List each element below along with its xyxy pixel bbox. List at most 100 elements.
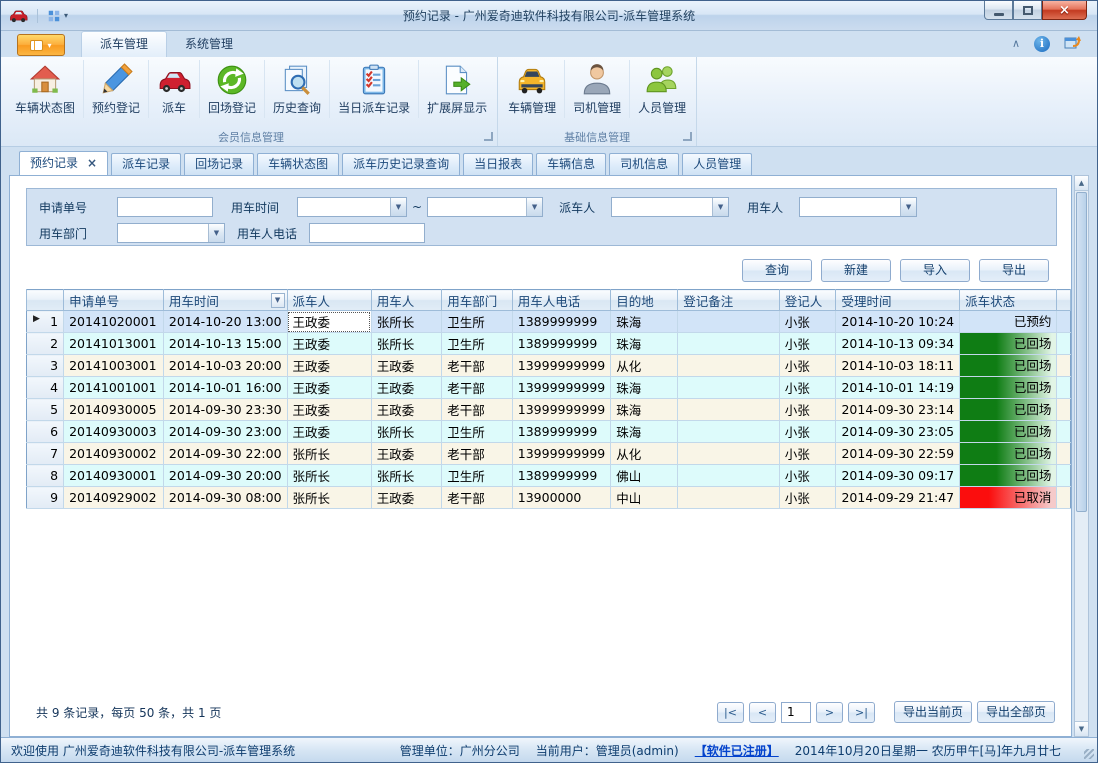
grid-cell[interactable]: 2014-09-30 23:05	[836, 421, 960, 443]
ribbon-tab-dispatch[interactable]: 派车管理	[81, 31, 167, 57]
grid-cell[interactable]: 珠海	[611, 333, 678, 355]
resize-grip[interactable]	[1084, 749, 1094, 759]
column-header[interactable]: 用车人	[371, 290, 441, 311]
grid-cell[interactable]: 小张	[779, 487, 836, 509]
department-select[interactable]: ▼	[117, 223, 225, 243]
vehicle-manage-button[interactable]: 车辆管理	[500, 60, 564, 118]
grid-cell[interactable]	[678, 311, 780, 333]
grid-cell[interactable]: 老干部	[442, 377, 512, 399]
grid-cell[interactable]: 20141003001	[64, 355, 164, 377]
grid-cell[interactable]: 2014-09-30 23:00	[163, 421, 287, 443]
grid-cell[interactable]: 13999999999	[512, 399, 610, 421]
table-row[interactable]: 5201409300052014-09-30 23:30王政委王政委老干部139…	[27, 399, 1071, 421]
maximize-button[interactable]	[1013, 1, 1042, 20]
grid-cell[interactable]: 13900000	[512, 487, 610, 509]
column-header[interactable]: 派车状态	[960, 290, 1057, 311]
grid-cell[interactable]: 20140930005	[64, 399, 164, 421]
license-registered-link[interactable]: 【软件已注册】	[695, 742, 779, 759]
phone-input[interactable]	[309, 223, 425, 243]
grid-cell[interactable]: 2014-09-30 23:14	[836, 399, 960, 421]
grid-cell[interactable]: 王政委	[371, 399, 441, 421]
grid-cell[interactable]: 王政委	[371, 443, 441, 465]
export-all-pages-button[interactable]: 导出全部页	[977, 701, 1055, 723]
grid-cell[interactable]: 20141020001	[64, 311, 164, 333]
grid-cell[interactable]: 小张	[779, 311, 836, 333]
grid-cell[interactable]: 张所长	[287, 443, 371, 465]
grid-cell[interactable]	[678, 333, 780, 355]
scroll-down-icon[interactable]: ▼	[1075, 721, 1088, 736]
table-row[interactable]: 4201410010012014-10-01 16:00王政委王政委老干部139…	[27, 377, 1071, 399]
tab-personnel-manage[interactable]: 人员管理	[682, 153, 752, 175]
column-header[interactable]: 用车时间▼	[163, 290, 287, 311]
user-select[interactable]: ▼	[799, 197, 917, 217]
tab-vehicle-status-chart[interactable]: 车辆状态图	[257, 153, 339, 175]
dropdown-arrow-icon[interactable]: ▼	[208, 224, 224, 242]
minimize-button[interactable]	[984, 1, 1013, 20]
ribbon-tab-system[interactable]: 系统管理	[167, 32, 251, 57]
grid-cell[interactable]: 20141001001	[64, 377, 164, 399]
column-header[interactable]: 登记备注	[678, 290, 780, 311]
grid-cell[interactable]: 王政委	[287, 377, 371, 399]
grid-cell[interactable]: 2014-09-30 23:30	[163, 399, 287, 421]
table-row[interactable]: 8201409300012014-09-30 20:00张所长张所长卫生所138…	[27, 465, 1071, 487]
column-header[interactable]: 用车部门	[442, 290, 512, 311]
prev-page-button[interactable]: <	[749, 702, 776, 723]
request-no-input[interactable]	[117, 197, 213, 217]
grid-cell[interactable]: 张所长	[371, 333, 441, 355]
grid-cell[interactable]: 卫生所	[442, 333, 512, 355]
grid-cell[interactable]: 王政委	[371, 377, 441, 399]
grid-cell[interactable]: 1389999999	[512, 465, 610, 487]
tab-return-records[interactable]: 回场记录	[184, 153, 254, 175]
grid-cell[interactable]: 珠海	[611, 399, 678, 421]
scroll-up-icon[interactable]: ▲	[1075, 176, 1088, 191]
personnel-manage-button[interactable]: 人员管理	[629, 60, 694, 118]
grid-cell[interactable]: 珠海	[611, 377, 678, 399]
close-button[interactable]: ×	[1042, 1, 1087, 20]
column-header[interactable]: 目的地	[611, 290, 678, 311]
grid-cell[interactable]: 王政委	[371, 355, 441, 377]
grid-cell[interactable]: 小张	[779, 355, 836, 377]
grid-cell[interactable]: 2014-10-03 18:11	[836, 355, 960, 377]
grid-cell[interactable]	[678, 487, 780, 509]
grid-cell[interactable]: 2014-09-30 22:00	[163, 443, 287, 465]
table-row[interactable]: ▶1201410200012014-10-20 13:00王政委张所长卫生所13…	[27, 311, 1071, 333]
grid-cell[interactable]: 1389999999	[512, 421, 610, 443]
grid-cell[interactable]: 已回场	[960, 333, 1057, 355]
table-row[interactable]: 2201410130012014-10-13 15:00王政委张所长卫生所138…	[27, 333, 1071, 355]
grid-cell[interactable]: 已预约	[960, 311, 1057, 333]
last-page-button[interactable]: >|	[848, 702, 875, 723]
grid-cell[interactable]: 已回场	[960, 465, 1057, 487]
grid-cell[interactable]	[678, 399, 780, 421]
grid-cell[interactable]: 已回场	[960, 399, 1057, 421]
dispatcher-select[interactable]: ▼	[611, 197, 729, 217]
query-button[interactable]: 查询	[742, 259, 812, 282]
grid-cell[interactable]	[678, 465, 780, 487]
grid-cell[interactable]: 王政委	[287, 399, 371, 421]
grid-cell[interactable]: 2014-09-30 08:00	[163, 487, 287, 509]
grid-cell[interactable]: 1389999999	[512, 311, 610, 333]
export-current-page-button[interactable]: 导出当前页	[894, 701, 972, 723]
help-icon[interactable]	[1064, 34, 1081, 53]
grid-cell[interactable]: 卫生所	[442, 311, 512, 333]
chevron-down-icon[interactable]: ▾	[64, 11, 68, 20]
grid-cell[interactable]: 从化	[611, 443, 678, 465]
tab-dispatch-records[interactable]: 派车记录	[111, 153, 181, 175]
dropdown-arrow-icon[interactable]: ▼	[390, 198, 406, 216]
grid-cell[interactable]: 张所长	[371, 311, 441, 333]
grid-cell[interactable]: 老干部	[442, 399, 512, 421]
tab-vehicle-info[interactable]: 车辆信息	[536, 153, 606, 175]
grid-cell[interactable]: 2014-10-20 13:00	[163, 311, 287, 333]
grid-cell[interactable]: 2014-09-30 09:17	[836, 465, 960, 487]
driver-manage-button[interactable]: 司机管理	[564, 60, 629, 118]
today-dispatch-records-button[interactable]: 当日派车记录	[329, 60, 418, 118]
tab-reservation-records[interactable]: 预约记录 ×	[19, 151, 108, 175]
grid-cell[interactable]: 张所长	[371, 465, 441, 487]
grid-cell[interactable]: 佛山	[611, 465, 678, 487]
collapse-ribbon-icon[interactable]: ∧	[1012, 37, 1020, 50]
grid-cell[interactable]: 2014-10-03 20:00	[163, 355, 287, 377]
new-button[interactable]: 新建	[821, 259, 891, 282]
dropdown-arrow-icon[interactable]: ▼	[526, 198, 542, 216]
grid-cell[interactable]: 王政委	[287, 355, 371, 377]
tab-driver-info[interactable]: 司机信息	[609, 153, 679, 175]
grid-cell[interactable]	[678, 355, 780, 377]
